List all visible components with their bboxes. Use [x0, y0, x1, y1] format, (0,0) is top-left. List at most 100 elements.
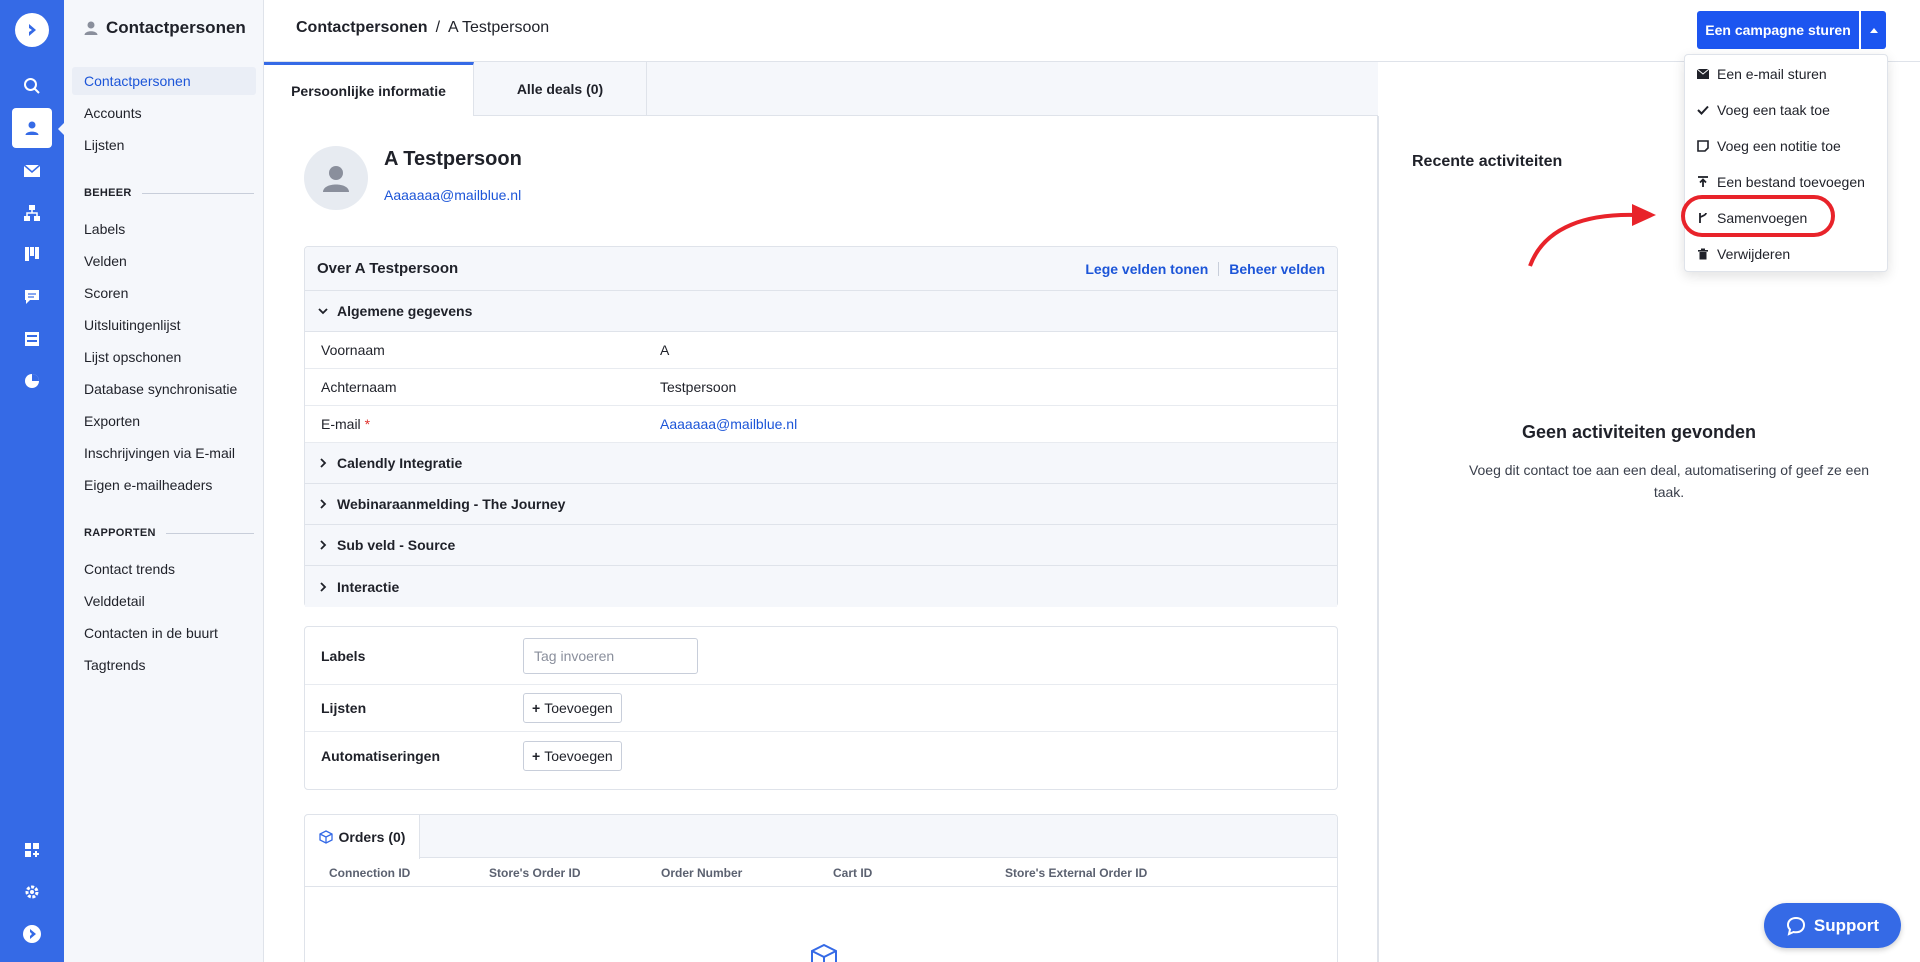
sidebar-item-contacten-in-de-buurt[interactable]: Contacten in de buurt — [72, 619, 256, 647]
sitemap-icon[interactable] — [12, 193, 52, 233]
sidebar-item-velden[interactable]: Velden — [72, 247, 256, 275]
chevron-down-icon — [318, 308, 328, 315]
section-heading-rapporten: RAPPORTEN — [84, 527, 254, 539]
kanban-icon[interactable] — [12, 234, 52, 274]
sidebar-item-contactpersonen[interactable]: Contactpersonen — [72, 67, 256, 95]
upload-icon — [1697, 176, 1709, 188]
field-value[interactable]: A — [660, 342, 669, 358]
avatar — [304, 146, 368, 210]
sidebar-item-uitsluitingenlijst[interactable]: Uitsluitingenlijst — [72, 311, 256, 339]
menu-item-send-email[interactable]: Een e-mail sturen — [1685, 56, 1887, 92]
sidebar-item-inschrijvingen[interactable]: Inschrijvingen via E-mail — [72, 439, 256, 467]
field-label: E-mail * — [321, 416, 660, 432]
sidebar-item-scoren[interactable]: Scoren — [72, 279, 256, 307]
tab-alle-deals[interactable]: Alle deals (0) — [474, 62, 647, 116]
tag-input[interactable]: Tag invoeren — [523, 637, 698, 674]
add-list-button[interactable]: + Toevoegen — [523, 693, 622, 723]
section-algemene-gegevens[interactable]: Algemene gegevens — [305, 291, 1337, 332]
forms-icon[interactable] — [12, 319, 52, 359]
breadcrumb-separator: / — [435, 19, 441, 36]
about-card: Over A Testpersoon Lege velden tonen Beh… — [304, 246, 1338, 607]
field-value[interactable]: Testpersoon — [660, 379, 736, 395]
about-card-header: Over A Testpersoon Lege velden tonen Beh… — [305, 247, 1337, 291]
support-button[interactable]: Support — [1764, 903, 1901, 948]
tab-persoonlijke-informatie[interactable]: Persoonlijke informatie — [264, 62, 474, 117]
section-calendly[interactable]: Calendly Integratie — [305, 443, 1337, 484]
add-list-button-label: Toevoegen — [544, 700, 613, 716]
logo-icon[interactable] — [15, 13, 49, 47]
labels-card: Labels Tag invoeren Lijsten + Toevoegen … — [304, 626, 1338, 790]
manage-fields-link[interactable]: Beheer velden — [1229, 261, 1325, 277]
field-label: Achternaam — [321, 379, 397, 395]
menu-item-label: Een bestand toevoegen — [1717, 174, 1865, 190]
sidebar-item-contact-trends[interactable]: Contact trends — [72, 555, 256, 583]
section-interactie[interactable]: Interactie — [305, 566, 1337, 607]
sidebar-item-labels[interactable]: Labels — [72, 215, 256, 243]
chat-icon[interactable] — [12, 277, 52, 317]
field-row-achternaam: Achternaam Testpersoon — [305, 369, 1337, 406]
sidebar-item-tagtrends[interactable]: Tagtrends — [72, 651, 256, 679]
menu-item-delete[interactable]: Verwijderen — [1685, 236, 1887, 272]
menu-item-add-task[interactable]: Voeg een taak toe — [1685, 92, 1887, 128]
campaign-dropdown-toggle[interactable] — [1861, 11, 1886, 49]
field-value-email[interactable]: Aaaaaaa@mailblue.nl — [660, 416, 797, 432]
breadcrumb-root[interactable]: Contactpersonen — [296, 19, 428, 37]
sidebar-item-accounts[interactable]: Accounts — [72, 99, 256, 127]
menu-item-label: Voeg een notitie toe — [1717, 138, 1841, 154]
tab-orders-label: Orders (0) — [338, 829, 406, 845]
tab-orders[interactable]: Orders (0) — [305, 815, 420, 859]
annotation-highlight-ring — [1681, 195, 1835, 237]
mail-icon[interactable] — [12, 151, 52, 191]
field-label: Voornaam — [321, 342, 385, 358]
help-icon[interactable] — [12, 914, 52, 954]
search-icon[interactable] — [12, 66, 52, 106]
breadcrumb: Contactpersonen / A Testpersoon — [296, 19, 549, 37]
column-header[interactable]: Connection ID — [329, 866, 410, 880]
section-heading-beheer: BEHEER — [84, 187, 254, 199]
show-empty-fields-link[interactable]: Lege velden tonen — [1085, 261, 1208, 277]
column-header[interactable]: Store's Order ID — [489, 866, 581, 880]
sidebar-item-exporten[interactable]: Exporten — [72, 407, 256, 435]
chevron-right-icon — [320, 540, 327, 550]
pie-chart-icon[interactable] — [12, 361, 52, 401]
field-row-voornaam: Voornaam A — [305, 332, 1337, 369]
breadcrumb-current: A Testpersoon — [448, 19, 550, 36]
person-placeholder-icon — [323, 166, 349, 192]
section-algemene-gegevens-label: Algemene gegevens — [337, 303, 473, 319]
contact-email-link[interactable]: Aaaaaaa@mailblue.nl — [384, 187, 521, 203]
contacts-icon[interactable] — [12, 108, 52, 148]
section-sub-veld[interactable]: Sub veld - Source — [305, 525, 1337, 566]
send-campaign-button[interactable]: Een campagne sturen — [1697, 11, 1859, 49]
sidebar-title-text: Contactpersonen — [106, 18, 246, 37]
note-icon — [1697, 140, 1709, 152]
field-label-text: E-mail — [321, 416, 361, 432]
sidebar-item-eigen-emailheaders[interactable]: Eigen e-mailheaders — [72, 471, 256, 499]
section-webinar[interactable]: Webinaraanmelding - The Journey — [305, 484, 1337, 525]
labels-label: Labels — [321, 647, 366, 664]
trash-icon — [1697, 248, 1709, 260]
secondary-sidebar: Contactpersonen Contactpersonen Accounts… — [64, 0, 264, 962]
column-header[interactable]: Cart ID — [833, 866, 872, 880]
link-divider — [1218, 261, 1220, 276]
settings-icon[interactable] — [12, 872, 52, 912]
envelope-icon — [1697, 69, 1709, 79]
menu-item-add-note[interactable]: Voeg een notitie toe — [1685, 128, 1887, 164]
sidebar-item-lijst-opschonen[interactable]: Lijst opschonen — [72, 343, 256, 371]
sidebar-item-lijsten[interactable]: Lijsten — [72, 131, 256, 159]
sidebar-item-velddetail[interactable]: Velddetail — [72, 587, 256, 615]
lists-row: Lijsten + Toevoegen — [305, 685, 1337, 732]
labels-row: Labels Tag invoeren — [305, 627, 1337, 685]
add-automation-button[interactable]: + Toevoegen — [523, 740, 622, 771]
column-header[interactable]: Order Number — [661, 866, 742, 880]
add-automation-button-label: Toevoegen — [544, 747, 613, 764]
menu-item-label: Een e-mail sturen — [1717, 66, 1827, 82]
orders-table-header: Connection ID Store's Order ID Order Num… — [305, 858, 1337, 887]
sidebar-item-database-synchronisatie[interactable]: Database synchronisatie — [72, 375, 256, 403]
apps-icon[interactable] — [12, 830, 52, 870]
campaign-dropdown-menu: Een e-mail sturen Voeg een taak toe Voeg… — [1684, 54, 1888, 272]
person-icon — [84, 21, 98, 35]
plus-icon: + — [532, 747, 541, 764]
column-header[interactable]: Store's External Order ID — [1005, 866, 1147, 880]
menu-item-label: Voeg een taak toe — [1717, 102, 1830, 118]
menu-item-label: Verwijderen — [1717, 246, 1791, 262]
